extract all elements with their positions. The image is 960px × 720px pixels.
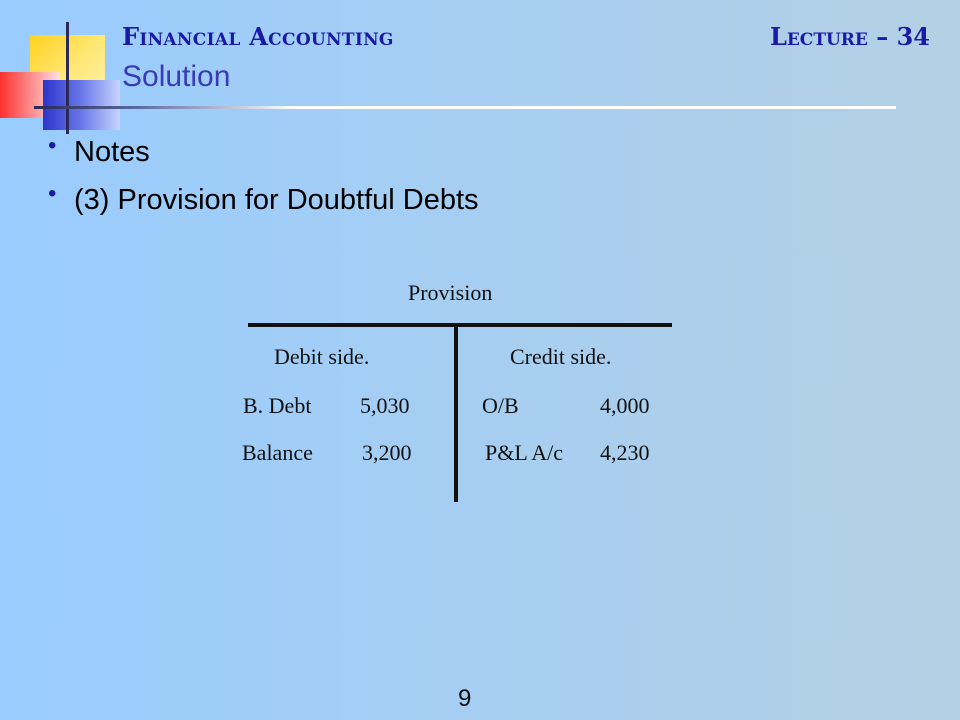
- credit-entry-amount: 4,000: [600, 393, 650, 418]
- t-account-divider: [454, 325, 458, 502]
- bullet-icon: •: [48, 180, 57, 207]
- credit-entry-amount: 4,230: [600, 440, 650, 465]
- credit-side-header: Credit side.: [510, 344, 612, 369]
- course-title: Financial Accounting: [122, 22, 394, 51]
- debit-entry-label: B. Debt: [243, 393, 312, 418]
- debit-entry-amount: 5,030: [360, 393, 410, 418]
- t-account-top-rule: [248, 323, 672, 327]
- credit-entry-label: P&L A/c: [485, 440, 564, 465]
- debit-side-header: Debit side.: [274, 344, 370, 369]
- bullet-text: Notes: [74, 136, 150, 168]
- slide-title: Solution: [122, 60, 231, 93]
- lecture-number: Lecture – 34: [769, 22, 930, 51]
- bullet-item: • Notes: [48, 132, 479, 184]
- debit-entry-amount: 3,200: [362, 440, 412, 465]
- decor-vertical-line: [66, 22, 69, 134]
- bullet-item: • (3) Provision for Doubtful Debts: [48, 180, 479, 232]
- bullet-text: (3) Provision for Doubtful Debts: [74, 184, 479, 216]
- credit-entry-label: O/B: [482, 393, 519, 418]
- bullet-icon: •: [48, 132, 57, 159]
- debit-entry-label: Balance: [242, 440, 313, 465]
- decor-horizontal-line: [34, 106, 896, 109]
- page-number: 9: [458, 685, 472, 712]
- decor-blue-square: [43, 80, 120, 130]
- bullet-list: • Notes • (3) Provision for Doubtful Debts: [48, 132, 479, 232]
- account-title: Provision: [408, 280, 493, 305]
